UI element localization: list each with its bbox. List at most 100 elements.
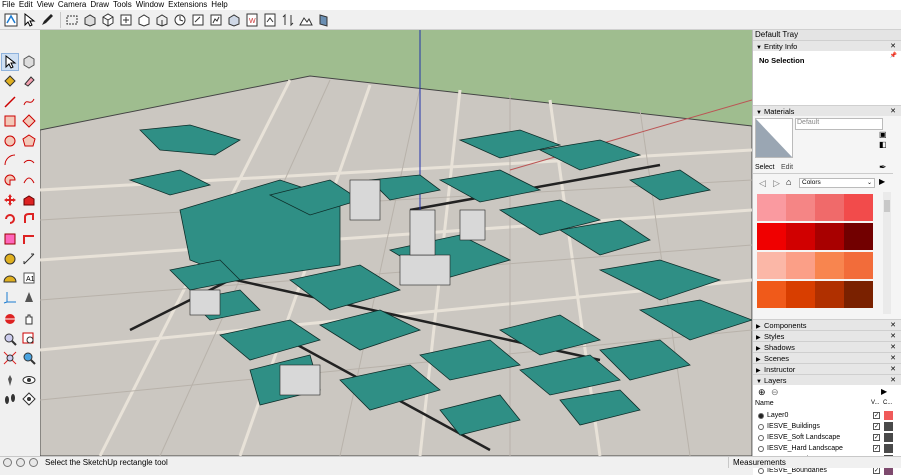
axes-icon[interactable] [2,289,18,305]
visibility-checkbox[interactable]: ✓ [873,467,880,474]
dimension-icon[interactable] [21,251,37,267]
text-tool-icon[interactable]: A1 [21,270,37,286]
layer-color-swatch[interactable] [884,433,893,442]
pie-icon[interactable] [2,172,18,188]
credits-icon[interactable] [16,458,25,467]
push-pull-tool-icon[interactable] [21,192,37,208]
details-arrow-icon[interactable]: ▶ [881,387,887,396]
paint-icon[interactable] [208,12,224,28]
section-plane-icon[interactable] [21,391,37,407]
sort-icon[interactable] [280,12,296,28]
sample-paint-icon[interactable]: ✒ [879,162,887,173]
material-name-field[interactable]: Default [795,118,883,130]
position-camera-icon[interactable] [2,372,18,388]
zoom-window-icon[interactable] [21,331,37,347]
material-swatch[interactable] [815,194,844,221]
active-layer-radio[interactable] [758,468,764,474]
menu-extensions[interactable]: Extensions [168,0,207,10]
details-arrow-icon[interactable]: ▶ [879,177,885,186]
zoom-icon[interactable] [2,331,18,347]
default-paint-icon[interactable]: ◧ [879,140,887,149]
home-icon[interactable]: ⌂ [786,177,791,187]
layer-row[interactable]: IESVE_Buildings ✓ [753,421,893,432]
protractor-icon[interactable] [2,270,18,286]
look-around-icon[interactable] [21,372,37,388]
visibility-checkbox[interactable]: ✓ [873,423,880,430]
circle-icon[interactable] [2,133,18,149]
orbit-tool-icon[interactable] [2,311,18,327]
material-library-select[interactable]: Colors ⌄ [799,178,875,188]
select-tool-icon[interactable] [1,53,19,71]
model-viewport[interactable] [40,30,752,456]
menu-help[interactable]: Help [211,0,227,10]
layer-row[interactable]: IESVE_Soft Landscape ✓ [753,432,893,443]
material-swatch[interactable] [815,252,844,279]
material-swatch[interactable] [757,223,786,250]
offset-icon[interactable] [21,231,37,247]
layer-row[interactable]: IESVE_Hard Landscape ✓ [753,443,893,454]
rotated-rectangle-icon[interactable] [21,113,37,129]
freehand-icon[interactable] [21,94,37,110]
add-layer-icon[interactable]: ⊕ [758,387,766,398]
panel-header-instructor[interactable]: ▶ Instructor ✕ [753,363,901,374]
back-icon[interactable]: ◁ [759,178,766,189]
tab-edit[interactable]: Edit [781,164,793,171]
material-swatch[interactable] [786,252,815,279]
orbit-icon[interactable] [172,12,188,28]
pencil-icon[interactable] [39,12,55,28]
material-swatch[interactable] [815,223,844,250]
previous-view-icon[interactable] [21,350,37,366]
rectangle-icon[interactable] [64,12,80,28]
tab-select[interactable]: Select [755,164,774,171]
material-swatch[interactable] [757,252,786,279]
material-swatch[interactable] [786,194,815,221]
warehouse-icon[interactable] [226,12,242,28]
scrollbar-thumb[interactable] [884,200,890,212]
3d-text-icon[interactable] [21,289,37,305]
material-swatch[interactable] [757,281,786,308]
material-swatch[interactable] [844,281,873,308]
material-swatch[interactable] [844,194,873,221]
three-point-arc-icon[interactable] [21,172,37,188]
materials-header[interactable]: ▼ Materials ✕ [753,105,901,116]
visibility-checkbox[interactable]: ✓ [873,445,880,452]
follow-me-icon[interactable] [21,211,37,227]
forward-icon[interactable]: ▷ [773,178,780,189]
measurements-box[interactable]: Measurements [728,457,901,468]
active-layer-radio[interactable] [758,446,764,452]
move-tool-icon[interactable] [2,192,18,208]
get-started-icon[interactable] [3,12,19,28]
terrain-icon[interactable] [298,12,314,28]
menu-draw[interactable]: Draw [90,0,109,10]
menu-window[interactable]: Window [136,0,164,10]
tape-measure-icon[interactable] [2,251,18,267]
layer-row[interactable]: Layer0 ✓ [753,410,893,421]
menu-tools[interactable]: Tools [113,0,132,10]
panel-header-components[interactable]: ▶ Components ✕ [753,319,901,330]
extension-icon[interactable]: W [244,12,260,28]
entity-info-header[interactable]: ▼ Entity Info ✕ [753,40,901,51]
rotate-tool-icon[interactable] [2,211,18,227]
menu-camera[interactable]: Camera [58,0,86,10]
layer-color-swatch[interactable] [884,422,893,431]
arc-icon[interactable] [2,152,18,168]
pan-icon[interactable] [21,311,37,327]
material-swatch[interactable] [815,281,844,308]
active-layer-radio[interactable] [758,413,764,419]
panel-header-shadows[interactable]: ▶ Shadows ✕ [753,341,901,352]
create-material-icon[interactable]: ▣ [879,130,887,139]
panel-header-styles[interactable]: ▶ Styles ✕ [753,330,901,341]
rotate-icon[interactable] [136,12,152,28]
select-icon[interactable] [21,12,37,28]
geo-location-icon[interactable] [3,458,12,467]
line-icon[interactable] [2,94,18,110]
material-swatch[interactable] [786,281,815,308]
active-layer-radio[interactable] [758,424,764,430]
push-pull-icon[interactable] [82,12,98,28]
paint-bucket-icon[interactable] [2,73,18,89]
polygon-icon[interactable] [21,133,37,149]
layer-color-swatch[interactable] [884,411,893,420]
pin-icon[interactable]: 📌 [890,52,897,59]
scale-tool-icon[interactable] [2,231,18,247]
layers-header[interactable]: ▼ Layers ✕ [753,374,901,385]
